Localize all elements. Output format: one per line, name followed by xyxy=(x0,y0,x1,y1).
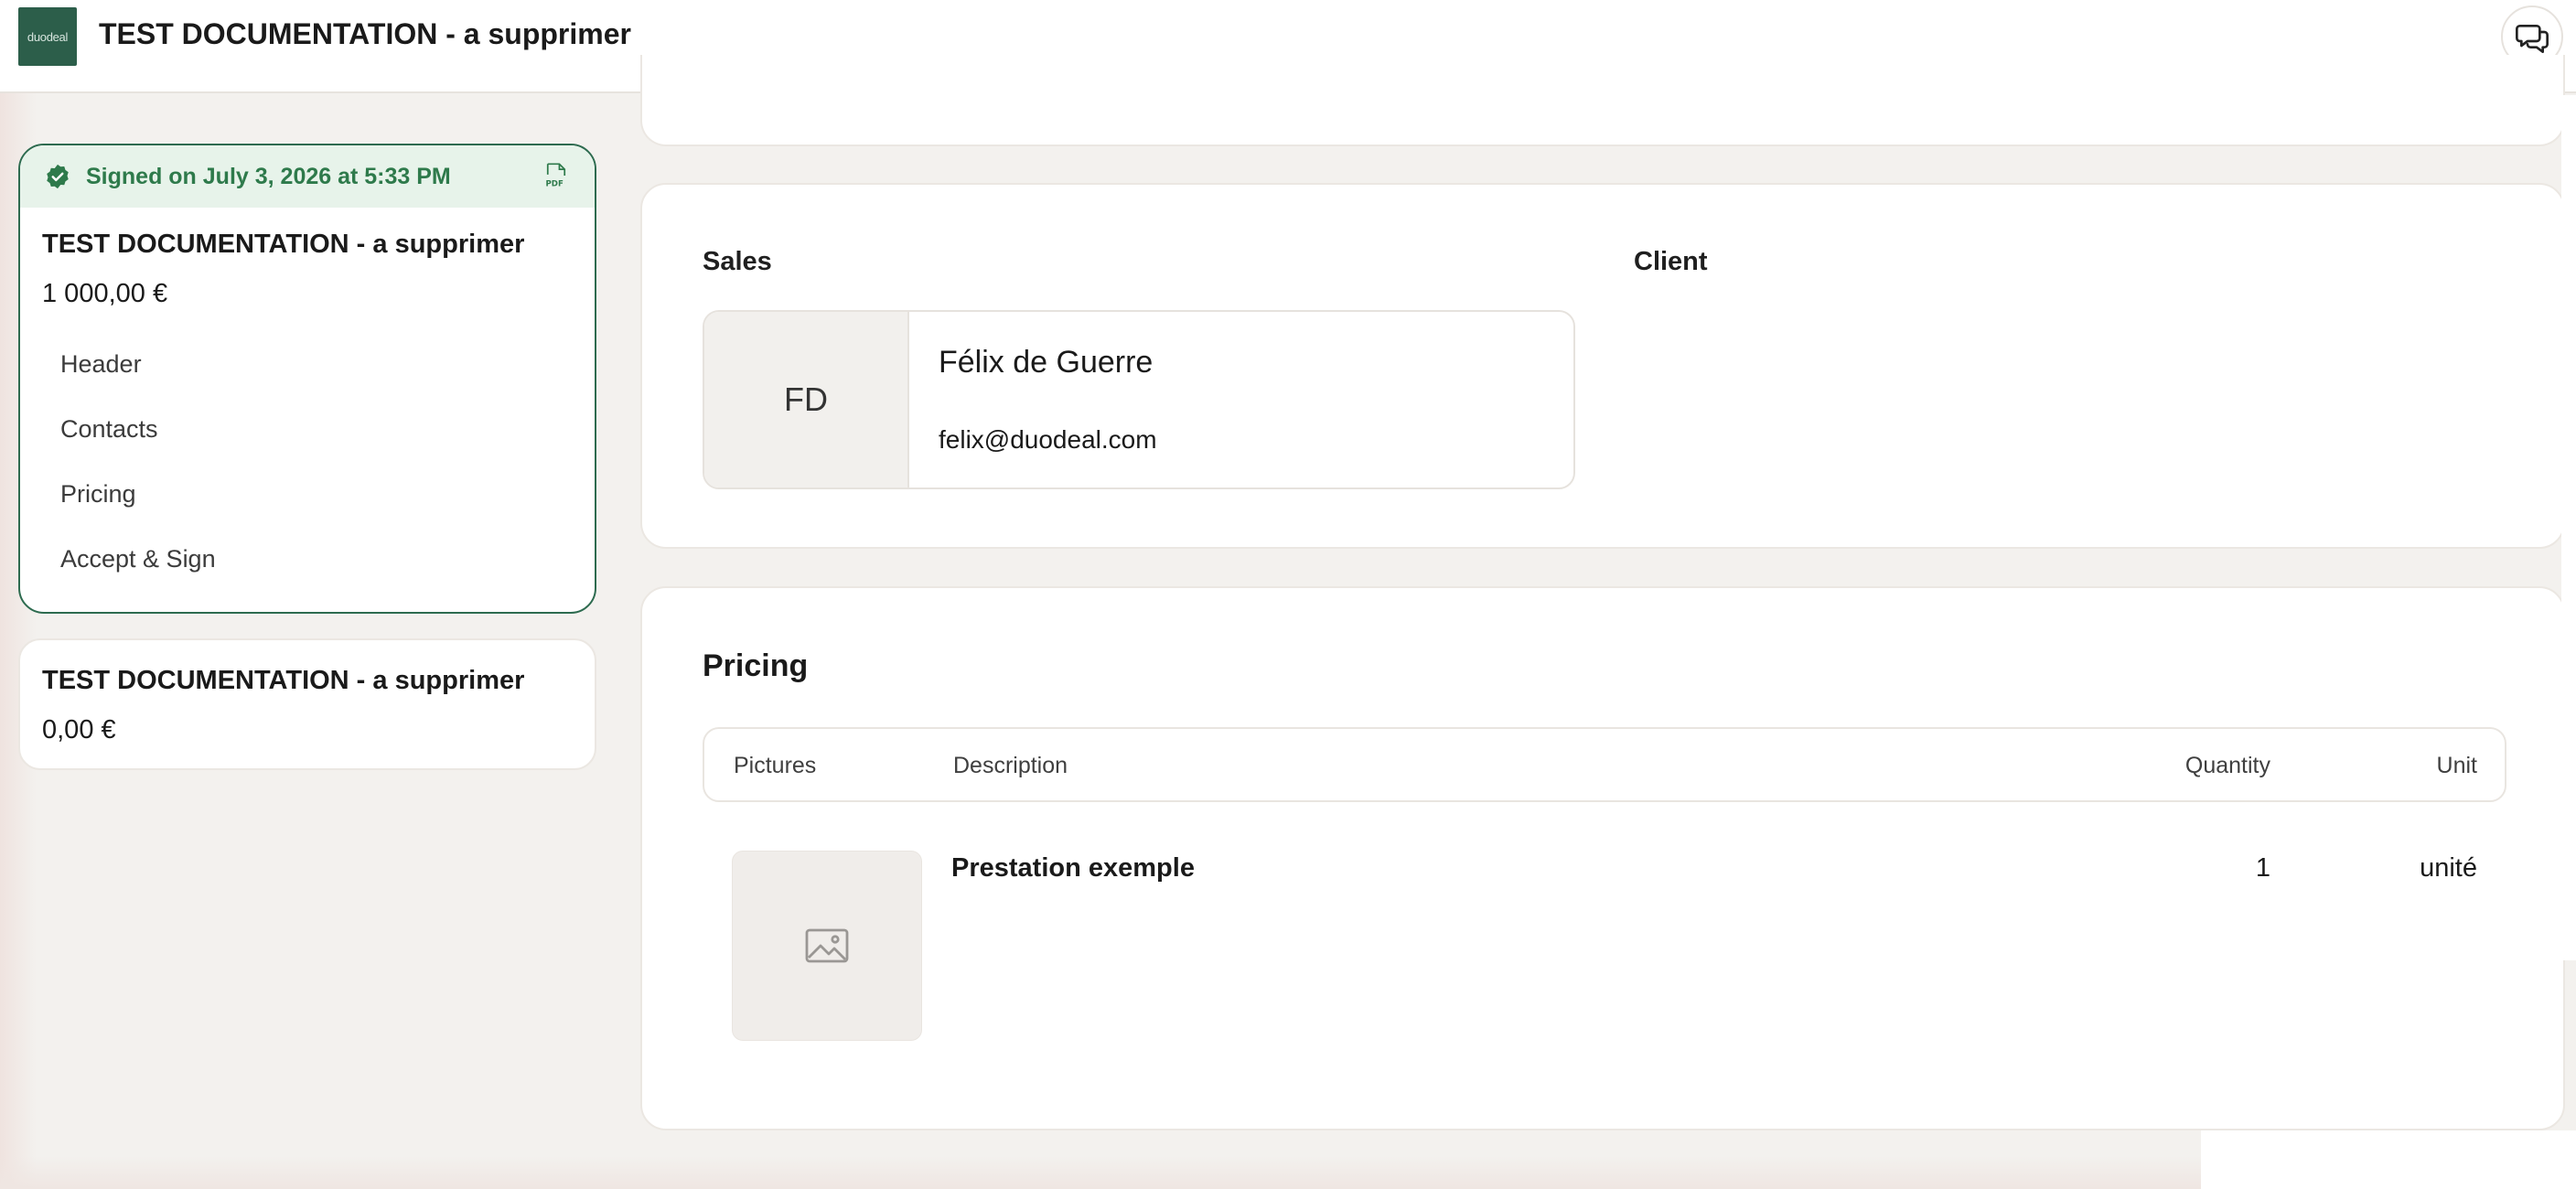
pricing-table-header: Pictures Description Quantity Unit xyxy=(703,727,2506,802)
nav-item-accept-sign[interactable]: Accept & Sign xyxy=(60,545,216,573)
product-picture[interactable] xyxy=(732,851,922,1041)
corner-overlay xyxy=(2201,1130,2576,1189)
column-header-quantity: Quantity xyxy=(2184,753,2270,778)
row-quantity: 1 xyxy=(2255,853,2270,883)
svg-text:PDF: PDF xyxy=(545,180,564,189)
contacts-section: Sales Client FD Félix de Guerre felix@du… xyxy=(640,183,2565,549)
nav-item-pricing[interactable]: Pricing xyxy=(60,480,136,509)
document-card-active[interactable]: Signed on July 3, 2026 at 5:33 PM PDF TE… xyxy=(18,144,596,614)
pricing-title: Pricing xyxy=(703,648,809,683)
pdf-icon[interactable]: PDF xyxy=(543,162,569,189)
nav-item-contacts[interactable]: Contacts xyxy=(60,415,158,444)
row-unit: unité xyxy=(2420,853,2477,883)
header-section xyxy=(640,55,2565,146)
signed-status-banner: Signed on July 3, 2026 at 5:33 PM PDF xyxy=(20,145,595,208)
page-title: TEST DOCUMENTATION - a supprimer xyxy=(99,17,631,50)
duodeal-logo[interactable]: duodeal xyxy=(18,7,77,66)
avatar: FD xyxy=(704,312,909,487)
column-header-unit: Unit xyxy=(2436,753,2477,778)
image-placeholder-icon xyxy=(805,928,849,963)
logo-text: duodeal xyxy=(27,29,69,44)
sales-contact-card: FD Félix de Guerre felix@duodeal.com xyxy=(703,310,1575,489)
pricing-section: Pricing Pictures Description Quantity Un… xyxy=(640,586,2565,1130)
nav-item-header[interactable]: Header xyxy=(60,350,142,379)
column-header-pictures: Pictures xyxy=(734,753,817,778)
document-amount: 1 000,00 € xyxy=(42,279,168,308)
document-title: TEST DOCUMENTATION - a supprimer xyxy=(42,666,525,695)
document-title: TEST DOCUMENTATION - a supprimer xyxy=(42,230,525,259)
sales-name: Félix de Guerre xyxy=(939,345,1154,380)
column-header-description: Description xyxy=(953,753,1068,778)
scrollbar-track[interactable] xyxy=(2561,95,2576,960)
signed-status-text: Signed on July 3, 2026 at 5:33 PM xyxy=(86,163,451,189)
row-description: Prestation exemple xyxy=(951,853,1195,883)
chat-bubbles-icon xyxy=(2516,25,2549,54)
client-label: Client xyxy=(1634,247,1708,276)
check-badge-icon xyxy=(47,164,69,189)
sales-label: Sales xyxy=(703,247,772,276)
bottom-fade xyxy=(0,1156,2576,1189)
sales-contact-info: Félix de Guerre felix@duodeal.com xyxy=(909,312,1573,487)
sales-email[interactable]: felix@duodeal.com xyxy=(939,425,1157,455)
document-amount: 0,00 € xyxy=(42,715,116,744)
document-card[interactable]: TEST DOCUMENTATION - a supprimer 0,00 € xyxy=(18,638,596,770)
